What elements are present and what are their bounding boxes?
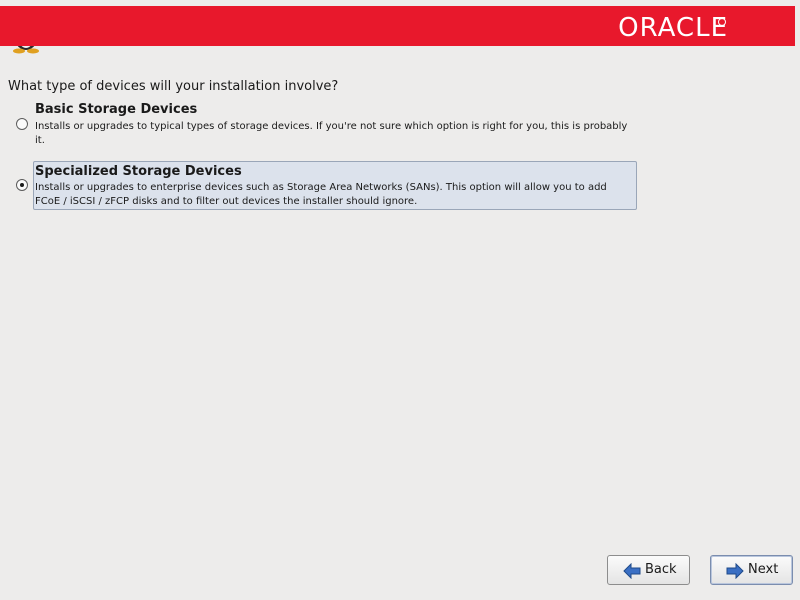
specialized-storage-option[interactable]: Specialized Storage Devices Installs or … [33,161,637,210]
back-button-label: Back [645,562,677,577]
radio-selected-dot [20,183,24,187]
basic-storage-title: Basic Storage Devices [35,102,198,117]
back-button[interactable]: Back [607,555,690,585]
specialized-storage-description: Installs or upgrades to enterprise devic… [35,182,607,207]
registered-mark-icon [718,18,726,26]
basic-storage-radio[interactable] [16,118,28,130]
next-button[interactable]: Next [710,555,793,585]
basic-storage-option[interactable]: Basic Storage Devices Installs or upgrad… [33,99,637,149]
specialized-storage-radio[interactable] [16,179,28,191]
specialized-storage-title: Specialized Storage Devices [35,164,242,179]
next-button-label: Next [748,562,779,577]
arrow-right-icon [726,562,744,580]
oracle-banner: ORACLE [0,6,795,46]
oracle-logo: ORACLE [618,13,728,43]
arrow-left-icon [623,562,641,580]
basic-storage-description: Installs or upgrades to typical types of… [35,121,628,146]
device-type-question: What type of devices will your installat… [8,79,339,94]
